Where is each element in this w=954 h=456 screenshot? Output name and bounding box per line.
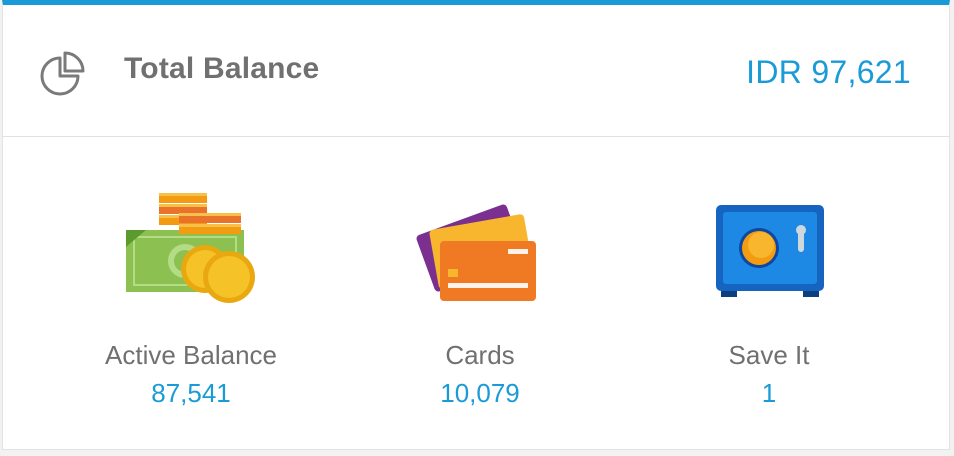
balance-card: Total Balance IDR 97,621 Active Balance … xyxy=(2,0,950,450)
cards-value: 10,079 xyxy=(440,378,520,408)
money-coins-icon xyxy=(126,193,255,303)
page-title: Total Balance xyxy=(124,52,320,85)
save-it-value: 1 xyxy=(761,378,777,408)
balance-header: Total Balance IDR 97,621 xyxy=(3,5,949,137)
total-balance-value: IDR 97,621 xyxy=(746,54,911,90)
credit-cards-icon xyxy=(416,204,536,301)
active-balance-label: Active Balance xyxy=(105,340,277,370)
safe-vault-icon xyxy=(716,205,824,297)
active-balance-value: 87,541 xyxy=(151,378,231,408)
pie-chart-icon xyxy=(40,51,85,96)
cards-item[interactable]: Cards 10,079 xyxy=(350,185,610,408)
save-it-item[interactable]: Save It 1 xyxy=(639,185,899,408)
save-it-label: Save It xyxy=(728,340,810,370)
cards-label: Cards xyxy=(445,340,515,370)
active-balance-item[interactable]: Active Balance 87,541 xyxy=(61,185,321,408)
